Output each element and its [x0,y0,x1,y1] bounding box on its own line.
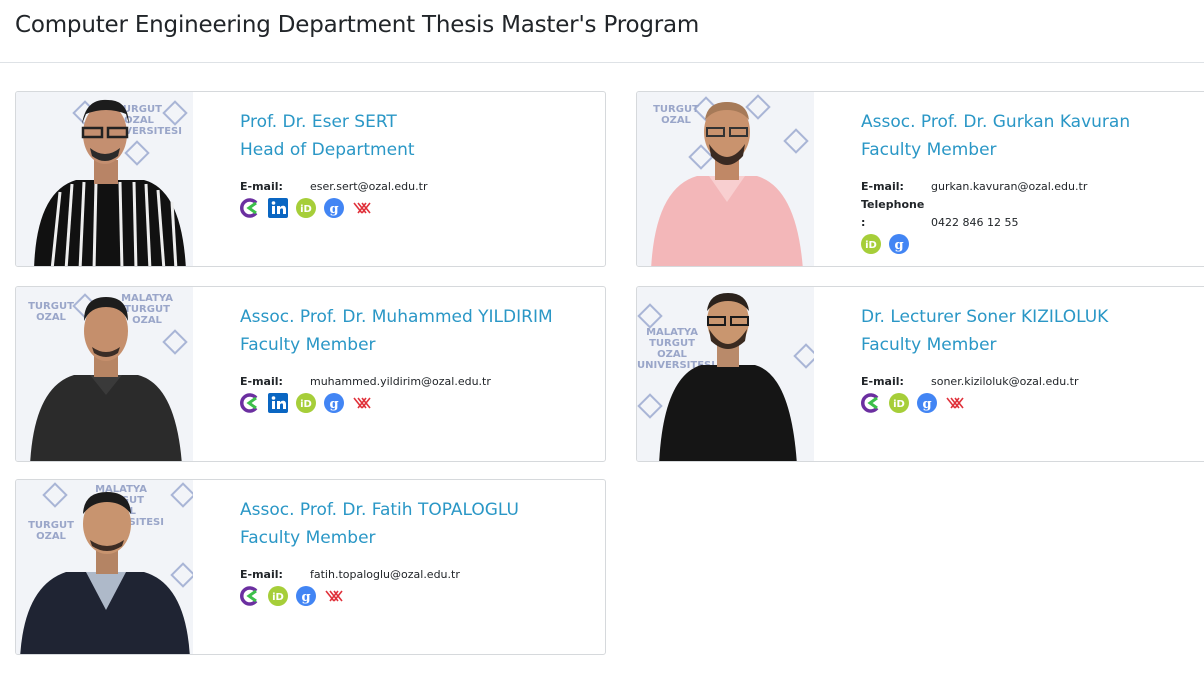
telephone-label: Telephone: [861,198,925,229]
faculty-photo: MALATYATURGUT OZALUNIVERSITESI TURGUT OZ… [16,480,193,654]
email-label: E-mail: [861,375,904,388]
faculty-card: TURGUT OZAL UNIVERSITESI Prof. Dr. Eser S… [15,91,606,267]
faculty-info: Assoc. Prof. Dr. Gurkan Kavuran Faculty … [861,108,1204,254]
svg-text:g: g [922,397,931,412]
faculty-role[interactable]: Faculty Member [861,331,1204,359]
faculty-photo: MALATYA TURGUT OZAL TURGUT OZAL [16,287,193,461]
faculty-name[interactable]: Dr. Lecturer Soner KIZILOLUK [861,303,1204,331]
orcid-icon[interactable]: iD [296,393,316,413]
linkedin-icon[interactable] [268,198,288,218]
faculty-name[interactable]: Prof. Dr. Eser SERT [240,108,597,136]
faculty-role[interactable]: Faculty Member [861,136,1204,164]
email-label: E-mail: [240,180,283,193]
page-title: Computer Engineering Department Thesis M… [15,12,700,38]
faculty-role[interactable]: Head of Department [240,136,597,164]
yok-academic-icon[interactable] [324,586,344,606]
yok-academic-icon[interactable] [352,393,372,413]
avesis-icon[interactable] [240,198,260,218]
svg-text:g: g [301,590,310,605]
svg-text:iD: iD [300,399,312,410]
linkedin-icon[interactable] [268,393,288,413]
faculty-info: Dr. Lecturer Soner KIZILOLUK Faculty Mem… [861,303,1204,413]
svg-text:g: g [329,397,338,412]
faculty-card: MALATYA TURGUT OZAL UNIVERSITESI Dr. Lectu… [636,286,1204,462]
faculty-name[interactable]: Assoc. Prof. Dr. Muhammed YILDIRIM [240,303,597,331]
avesis-icon[interactable] [861,393,881,413]
svg-text:iD: iD [865,240,877,251]
google-scholar-icon[interactable]: g [296,586,316,606]
svg-text:g: g [894,238,903,253]
faculty-card: TURGUT OZAL Assoc. Prof. Dr. Gurkan Kavu… [636,91,1204,267]
orcid-icon[interactable]: iD [861,234,881,254]
svg-text:iD: iD [300,204,312,215]
email-value[interactable]: muhammed.yildirim@ozal.edu.tr [310,373,491,391]
orcid-icon[interactable]: iD [889,393,909,413]
svg-text:iD: iD [893,399,905,410]
google-scholar-icon[interactable]: g [889,234,909,254]
faculty-name[interactable]: Assoc. Prof. Dr. Gurkan Kavuran [861,108,1204,136]
faculty-name[interactable]: Assoc. Prof. Dr. Fatih TOPALOGLU [240,496,597,524]
email-label: E-mail: [861,180,904,193]
yok-academic-icon[interactable] [945,393,965,413]
email-value[interactable]: soner.kiziloluk@ozal.edu.tr [931,373,1079,391]
faculty-photo: TURGUT OZAL [637,92,814,266]
email-value[interactable]: gurkan.kavuran@ozal.edu.tr [931,178,1087,196]
title-divider [0,62,1204,63]
faculty-card: MALATYATURGUT OZALUNIVERSITESI TURGUT OZ… [15,479,606,655]
avesis-icon[interactable] [240,586,260,606]
faculty-card: MALATYA TURGUT OZAL TURGUT OZAL Assoc. Pr… [15,286,606,462]
email-value[interactable]: fatih.topaloglu@ozal.edu.tr [310,566,460,584]
email-label: E-mail: [240,568,283,581]
faculty-info: Prof. Dr. Eser SERT Head of Department E… [240,108,597,218]
faculty-role[interactable]: Faculty Member [240,331,597,359]
email-label: E-mail: [240,375,283,388]
email-value[interactable]: eser.sert@ozal.edu.tr [310,178,427,196]
orcid-icon[interactable]: iD [296,198,316,218]
google-scholar-icon[interactable]: g [917,393,937,413]
faculty-photo: TURGUT OZAL UNIVERSITESI [16,92,193,266]
faculty-info: Assoc. Prof. Dr. Fatih TOPALOGLU Faculty… [240,496,597,606]
yok-academic-icon[interactable] [352,198,372,218]
faculty-info: Assoc. Prof. Dr. Muhammed YILDIRIM Facul… [240,303,597,413]
svg-text:iD: iD [272,592,284,603]
telephone-value[interactable]: 0422 846 12 55 [931,214,1018,232]
avesis-icon[interactable] [240,393,260,413]
google-scholar-icon[interactable]: g [324,393,344,413]
faculty-photo: MALATYA TURGUT OZAL UNIVERSITESI [637,287,814,461]
faculty-role[interactable]: Faculty Member [240,524,597,552]
orcid-icon[interactable]: iD [268,586,288,606]
google-scholar-icon[interactable]: g [324,198,344,218]
svg-text:g: g [329,202,338,217]
